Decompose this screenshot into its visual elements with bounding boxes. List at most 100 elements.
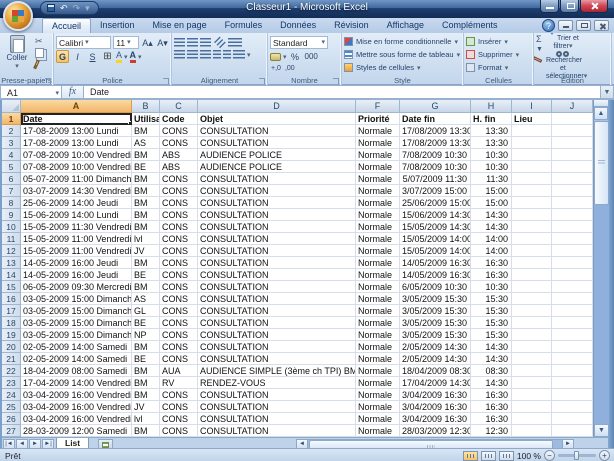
cell[interactable]: Normale bbox=[356, 353, 400, 365]
cell[interactable]: 3/05/2009 15:30 bbox=[400, 317, 471, 329]
dialog-launcher-icon[interactable] bbox=[333, 78, 339, 84]
cell[interactable] bbox=[552, 233, 593, 245]
cell[interactable] bbox=[552, 173, 593, 185]
cell[interactable]: 15-06-2009 14:00 Lundi bbox=[21, 209, 132, 221]
cell[interactable]: CONSULTATION bbox=[198, 389, 356, 401]
cell[interactable]: 06-05-2009 09:30 Mercredi bbox=[21, 281, 132, 293]
cell[interactable]: CONS bbox=[160, 173, 198, 185]
align-top-icon[interactable] bbox=[174, 38, 185, 47]
cell[interactable]: BE bbox=[132, 353, 160, 365]
cell[interactable]: 16:30 bbox=[471, 269, 512, 281]
cell[interactable]: Normale bbox=[356, 317, 400, 329]
cell[interactable]: 14:00 bbox=[471, 245, 512, 257]
cell[interactable]: 17/08/2009 13:30 bbox=[400, 125, 471, 137]
cell[interactable] bbox=[552, 197, 593, 209]
sort-filter-button[interactable]: Trier et filtrer▾ bbox=[546, 35, 580, 51]
cell[interactable]: CONSULTATION bbox=[198, 257, 356, 269]
tab-accueil[interactable]: Accueil bbox=[42, 18, 91, 33]
cell[interactable]: 15/06/2009 14:30 bbox=[400, 209, 471, 221]
row-header-16[interactable]: 16 bbox=[2, 293, 21, 305]
orientation-icon[interactable] bbox=[213, 36, 226, 49]
cell[interactable]: 15:30 bbox=[471, 329, 512, 341]
paste-button[interactable]: Coller ▾ bbox=[2, 35, 32, 70]
cell[interactable]: 15/05/2009 14:00 bbox=[400, 233, 471, 245]
zoom-slider[interactable] bbox=[558, 454, 596, 457]
cell[interactable]: CONS bbox=[160, 293, 198, 305]
row-header-22[interactable]: 22 bbox=[2, 365, 21, 377]
cell[interactable] bbox=[512, 269, 552, 281]
column-header-F[interactable]: F bbox=[356, 100, 400, 113]
cell[interactable]: CONSULTATION bbox=[198, 185, 356, 197]
cell[interactable] bbox=[512, 281, 552, 293]
cell[interactable]: GL bbox=[132, 305, 160, 317]
cell[interactable]: 15:30 bbox=[471, 317, 512, 329]
cell[interactable]: 14:30 bbox=[471, 341, 512, 353]
zoom-out-button[interactable]: − bbox=[544, 450, 555, 461]
cell[interactable] bbox=[552, 353, 593, 365]
cell[interactable]: BM bbox=[132, 425, 160, 437]
cell[interactable]: 28/03/2009 12:30 bbox=[400, 425, 471, 437]
zoom-level[interactable]: 100 % bbox=[517, 451, 541, 461]
cell[interactable]: CONSULTATION bbox=[198, 245, 356, 257]
cell[interactable]: Normale bbox=[356, 185, 400, 197]
cell[interactable]: 18-04-2009 08:00 Samedi bbox=[21, 365, 132, 377]
cell[interactable] bbox=[512, 233, 552, 245]
cell[interactable] bbox=[552, 413, 593, 425]
cell[interactable]: 03-05-2009 15:00 Dimanche bbox=[21, 329, 132, 341]
cell[interactable] bbox=[552, 221, 593, 233]
insert-function-button[interactable]: fx bbox=[62, 85, 84, 99]
cell[interactable] bbox=[552, 341, 593, 353]
name-box[interactable]: A1▾ bbox=[0, 85, 62, 99]
column-header-D[interactable]: D bbox=[198, 100, 356, 113]
cell[interactable] bbox=[512, 173, 552, 185]
cell[interactable]: Normale bbox=[356, 269, 400, 281]
delete-cells-button[interactable]: Supprimer▾ bbox=[466, 48, 531, 61]
cell[interactable] bbox=[552, 269, 593, 281]
row-header-15[interactable]: 15 bbox=[2, 281, 21, 293]
cell[interactable]: Normale bbox=[356, 137, 400, 149]
cell[interactable]: CONS bbox=[160, 401, 198, 413]
cell[interactable]: Normale bbox=[356, 173, 400, 185]
column-header-H[interactable]: H bbox=[471, 100, 512, 113]
cell[interactable]: lvl bbox=[132, 413, 160, 425]
cell[interactable]: 03-05-2009 15:00 Dimanche bbox=[21, 317, 132, 329]
cell[interactable]: 17-08-2009 13:00 Lundi bbox=[21, 137, 132, 149]
cell[interactable]: 3/05/2009 15:30 bbox=[400, 329, 471, 341]
cell[interactable]: BM bbox=[132, 281, 160, 293]
cell[interactable]: CONS bbox=[160, 425, 198, 437]
insert-cells-button[interactable]: Insérer▾ bbox=[466, 35, 531, 48]
conditional-formatting-button[interactable]: Mise en forme conditionnelle▾ bbox=[344, 35, 461, 48]
cell[interactable]: 25/06/2009 15:00 bbox=[400, 197, 471, 209]
font-name-combo[interactable]: Calibri▾ bbox=[56, 36, 111, 49]
fill-handle[interactable] bbox=[128, 121, 132, 125]
align-center-icon[interactable] bbox=[187, 50, 198, 59]
cell[interactable]: 16:30 bbox=[471, 389, 512, 401]
cell[interactable]: Normale bbox=[356, 197, 400, 209]
row-header-23[interactable]: 23 bbox=[2, 377, 21, 389]
cell[interactable]: 15/05/2009 14:00 bbox=[400, 245, 471, 257]
row-header-4[interactable]: 4 bbox=[2, 149, 21, 161]
row-header-14[interactable]: 14 bbox=[2, 269, 21, 281]
workbook-minimize-button[interactable] bbox=[558, 20, 573, 31]
cell[interactable] bbox=[552, 125, 593, 137]
cell[interactable] bbox=[512, 425, 552, 437]
percent-style-button[interactable]: % bbox=[289, 50, 302, 63]
italic-button[interactable]: I bbox=[71, 50, 84, 63]
cell[interactable]: ABS bbox=[160, 149, 198, 161]
cell[interactable]: CONS bbox=[160, 221, 198, 233]
cell[interactable] bbox=[552, 209, 593, 221]
office-button[interactable] bbox=[3, 1, 33, 31]
row-header-10[interactable]: 10 bbox=[2, 221, 21, 233]
active-cell-a1[interactable]: Date bbox=[21, 113, 132, 125]
cell[interactable]: CONS bbox=[160, 281, 198, 293]
cell[interactable]: BM bbox=[132, 221, 160, 233]
cell[interactable]: CONS bbox=[160, 353, 198, 365]
cell[interactable]: 5/07/2009 11:30 bbox=[400, 173, 471, 185]
cell[interactable]: JV bbox=[132, 245, 160, 257]
cell[interactable]: BM bbox=[132, 257, 160, 269]
cell[interactable]: 14:30 bbox=[471, 221, 512, 233]
autosum-icon[interactable]: Σ bbox=[536, 35, 543, 44]
help-icon[interactable]: ? bbox=[542, 19, 555, 32]
cell[interactable] bbox=[552, 185, 593, 197]
cell[interactable] bbox=[512, 161, 552, 173]
